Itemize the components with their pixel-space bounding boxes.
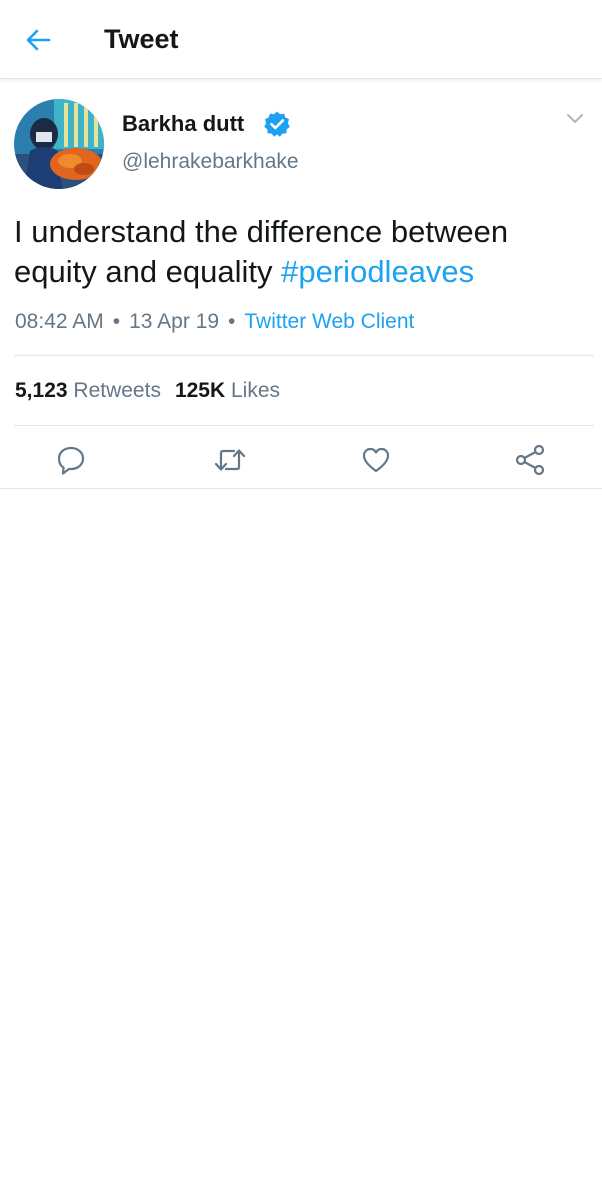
retweets-stat[interactable]: 5,123 Retweets — [15, 379, 161, 402]
retweets-count: 5,123 — [15, 379, 68, 402]
tweet-meta: 08:42 AM • 13 Apr 19 • Twitter Web Client — [15, 307, 414, 337]
likes-stat[interactable]: 125K Likes — [175, 379, 280, 402]
avatar[interactable] — [14, 99, 104, 189]
heart-icon — [362, 447, 390, 473]
chevron-down-icon — [567, 114, 583, 123]
arrow-left-icon — [26, 29, 51, 51]
divider — [14, 425, 594, 426]
tweet-client-link[interactable]: Twitter Web Client — [244, 310, 414, 333]
reply-icon — [57, 446, 85, 475]
like-button[interactable] — [356, 440, 396, 480]
meta-separator: • — [112, 310, 121, 333]
author-display-name[interactable]: Barkha dutt — [122, 110, 244, 138]
back-button[interactable] — [18, 20, 58, 60]
verified-badge-icon — [264, 111, 290, 137]
top-app-bar: Tweet — [0, 0, 602, 79]
meta-separator: • — [228, 310, 236, 333]
author-handle[interactable]: @lehrakebarkhake — [122, 148, 299, 176]
more-options-button[interactable] — [560, 104, 590, 134]
page-title: Tweet — [104, 24, 179, 54]
retweets-label: Retweets — [73, 379, 161, 402]
tweet-date: 13 Apr 19 — [129, 310, 219, 333]
avatar-photo — [14, 99, 104, 189]
tweet-time: 08:42 AM — [15, 310, 104, 333]
divider — [14, 355, 594, 356]
retweet-button[interactable] — [210, 440, 250, 480]
divider — [0, 488, 602, 489]
tweet-stats: 5,123 Retweets 125K Likes — [15, 376, 280, 406]
retweet-icon — [214, 449, 246, 471]
share-button[interactable] — [510, 440, 550, 480]
reply-button[interactable] — [51, 440, 91, 480]
likes-label: Likes — [231, 379, 281, 402]
tweet-text: I understand the difference between equi… — [14, 212, 584, 292]
hashtag-link[interactable]: #periodleaves — [281, 254, 474, 289]
likes-count: 125K — [174, 379, 226, 402]
share-icon — [515, 444, 545, 476]
